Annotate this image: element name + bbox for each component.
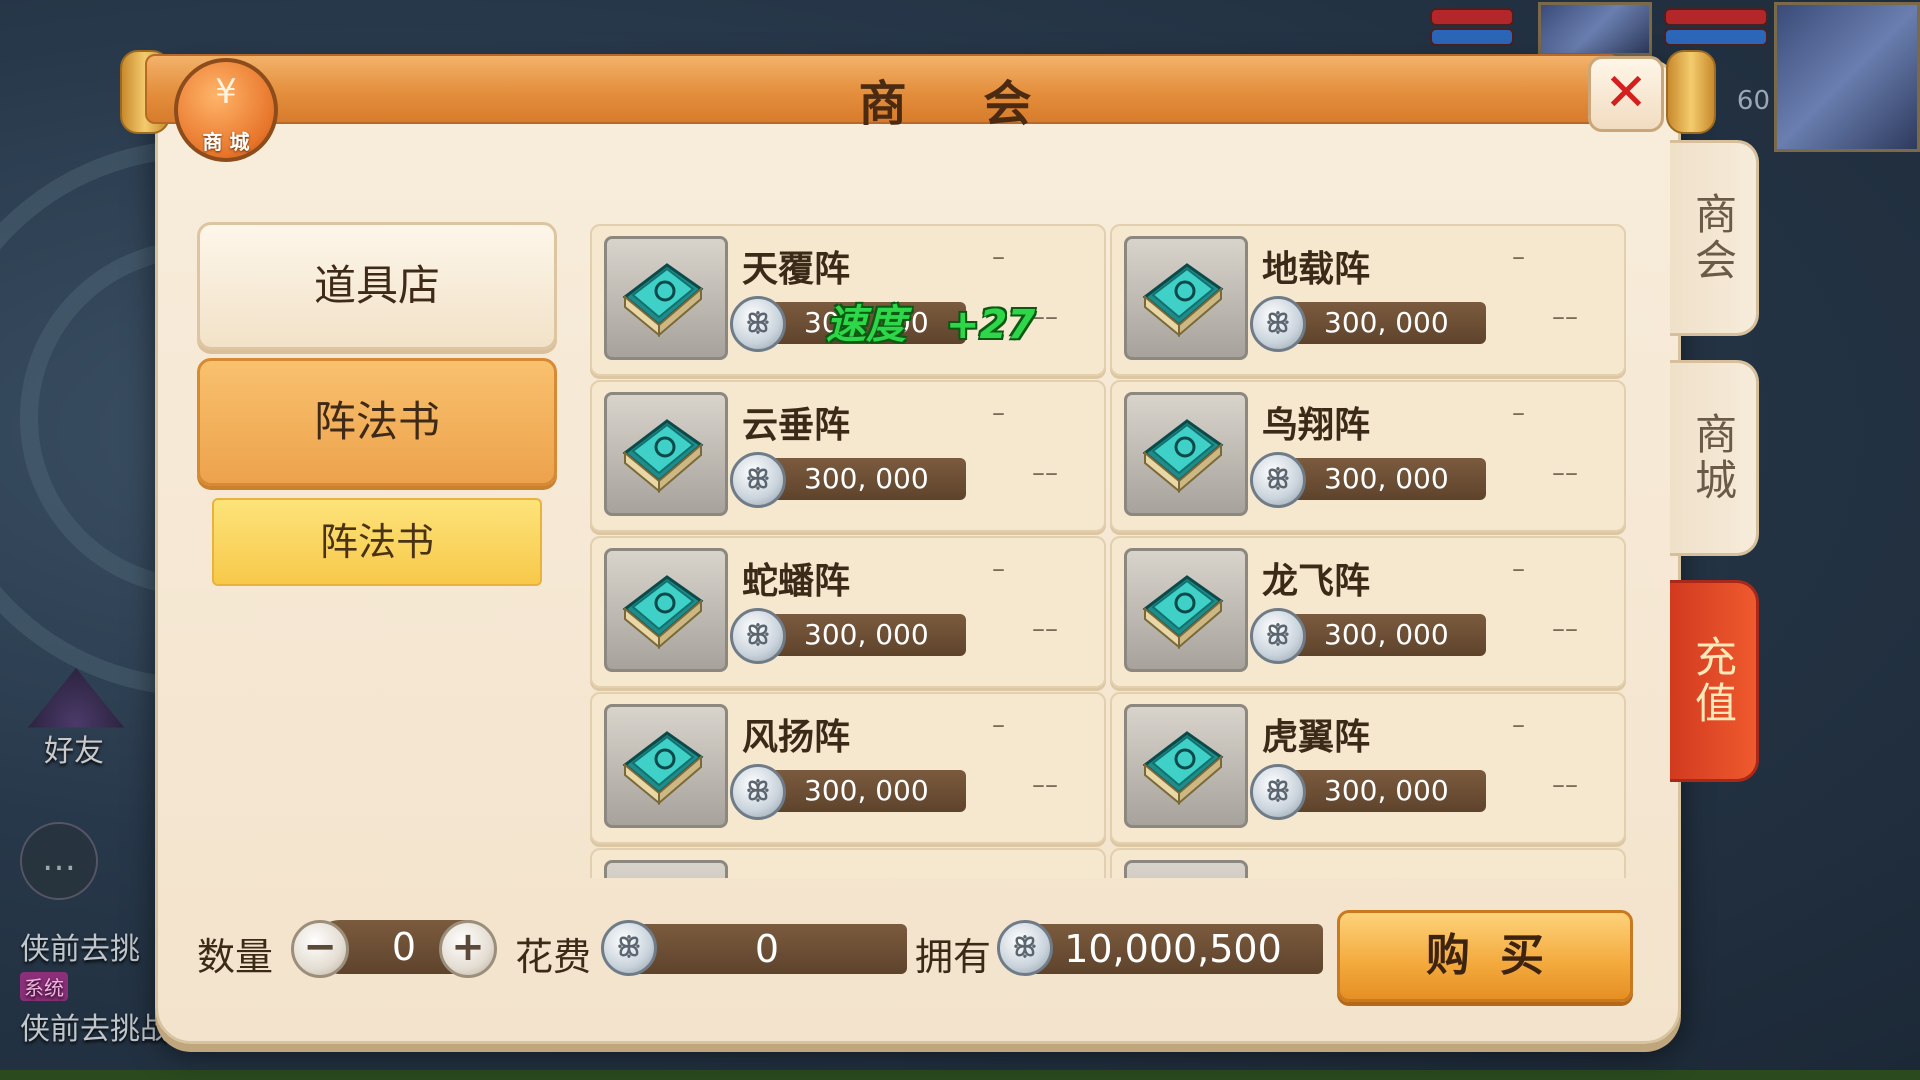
item-stock: –– — [1552, 770, 1578, 800]
item-card[interactable]: 云垂阵 –300, 000 ꕥ –– — [590, 380, 1106, 532]
player-portrait[interactable] — [1774, 2, 1920, 152]
item-limit: – — [992, 242, 1005, 272]
item-limit: – — [1512, 710, 1525, 740]
player-mp-bar — [1664, 28, 1768, 46]
formation-book-icon — [1124, 860, 1248, 878]
item-stock: –– — [1032, 614, 1058, 644]
plus-button[interactable]: + — [439, 920, 497, 978]
close-button[interactable]: ✕ — [1588, 56, 1664, 132]
coin-icon: ꕥ — [730, 608, 786, 664]
tab-recharge[interactable]: 充值 — [1670, 580, 1759, 782]
speed-bonus-popup: 速度 +27 — [826, 292, 1035, 350]
item-stock: –– — [1552, 302, 1578, 332]
formation-book-icon — [1124, 704, 1248, 828]
category-item-shop[interactable]: 道具店 — [197, 222, 557, 350]
formation-book-icon — [604, 860, 728, 878]
coin-icon: ꕥ — [997, 920, 1053, 976]
coin-icon: ꕥ — [730, 764, 786, 820]
cost-value: 0 — [627, 924, 907, 974]
formation-book-icon — [1124, 548, 1248, 672]
formation-book-icon — [1124, 236, 1248, 360]
coin-icon: ꕥ — [1250, 296, 1306, 352]
item-name: 风扬阵 — [742, 717, 851, 758]
experience-bar — [0, 1070, 1920, 1080]
item-limit: – — [1512, 242, 1525, 272]
item-limit: – — [992, 554, 1005, 584]
formation-book-icon — [1124, 392, 1248, 516]
cost-label: 花费 — [515, 935, 592, 979]
item-stock: –– — [1552, 458, 1578, 488]
purchase-bar: 数量 0 − + 花费 0 ꕥ 拥有 10,000,500 ꕥ 购买 — [197, 900, 1633, 1002]
pet-mp-bar — [1430, 28, 1514, 46]
formation-book-icon — [604, 236, 728, 360]
item-card[interactable]: 龙飞阵 –300, 000 ꕥ –– — [1110, 536, 1626, 688]
item-card[interactable]: 风扬阵 –300, 000 ꕥ –– — [590, 692, 1106, 844]
item-name: 虎翼阵 — [1262, 717, 1371, 758]
item-name: 蛇蟠阵 — [742, 561, 851, 602]
quantity-label: 数量 — [197, 935, 274, 979]
coin-icon: ꕥ — [730, 452, 786, 508]
yen-icon: ¥ — [215, 72, 237, 112]
item-stock: –– — [1032, 770, 1058, 800]
item-card-partial[interactable] — [590, 848, 1106, 878]
item-stock: –– — [1032, 458, 1058, 488]
item-limit: – — [1512, 554, 1525, 584]
system-tag: 系统 — [20, 972, 68, 1001]
item-grid: 天覆阵 –300, 000 ꕥ –– 地载阵 –300, 000 ꕥ –– 云垂阵 –300, 0… — [590, 224, 1626, 878]
formation-book-icon — [604, 392, 728, 516]
owned-label: 拥有 — [915, 935, 992, 979]
item-limit: – — [1512, 398, 1525, 428]
formation-book-icon — [604, 704, 728, 828]
chat-icon[interactable]: … — [20, 822, 98, 900]
item-name: 天覆阵 — [742, 249, 851, 290]
buy-button[interactable]: 购买 — [1337, 910, 1633, 1002]
item-limit: – — [992, 398, 1005, 428]
coin-icon: ꕥ — [601, 920, 657, 976]
item-card-partial[interactable] — [1110, 848, 1626, 878]
item-name: 云垂阵 — [742, 405, 851, 446]
subcategory-formation-books[interactable]: 阵法书 — [212, 498, 542, 586]
tab-mall[interactable]: 商城 — [1670, 360, 1759, 556]
page-title: 商 会 — [858, 76, 1062, 132]
item-stock: –– — [1552, 614, 1578, 644]
item-name: 鸟翔阵 — [1262, 405, 1371, 446]
coin-icon: ꕥ — [1250, 764, 1306, 820]
category-formation-books[interactable]: 阵法书 — [197, 358, 557, 486]
player-level: 60 — [1736, 86, 1770, 116]
coin-icon: ꕥ — [1250, 452, 1306, 508]
player-hp-bar — [1664, 8, 1768, 26]
item-name: 龙飞阵 — [1262, 561, 1371, 602]
chat-line: 侠前去挑 — [20, 932, 140, 967]
item-card[interactable]: 蛇蟠阵 –300, 000 ꕥ –– — [590, 536, 1106, 688]
scroll-cap-right — [1666, 50, 1716, 134]
item-card[interactable]: 鸟翔阵 –300, 000 ꕥ –– — [1110, 380, 1626, 532]
coin-icon: ꕥ — [730, 296, 786, 352]
coin-icon: ꕥ — [1250, 608, 1306, 664]
speed-label: 速度 — [826, 302, 906, 348]
item-limit: – — [992, 710, 1005, 740]
item-stock: –– — [1032, 302, 1058, 332]
item-name: 地载阵 — [1262, 249, 1371, 290]
mall-badge-icon: ¥ 商 城 — [174, 58, 278, 162]
chat-line-system: 系统 — [20, 968, 74, 1003]
chat-line: 侠前去挑战 — [20, 1012, 170, 1047]
owned-value: 10,000,500 — [1023, 924, 1323, 974]
mall-badge-label: 商 城 — [202, 130, 250, 154]
formation-book-icon — [604, 548, 728, 672]
pet-portrait[interactable] — [1538, 2, 1652, 56]
speed-value: +27 — [946, 302, 1036, 348]
minus-button[interactable]: − — [291, 920, 349, 978]
tab-chamber-of-commerce[interactable]: 商会 — [1670, 140, 1759, 336]
item-card[interactable]: 虎翼阵 –300, 000 ꕥ –– — [1110, 692, 1626, 844]
friend-label[interactable]: 好友 — [44, 726, 104, 770]
item-card[interactable]: 地载阵 –300, 000 ꕥ –– — [1110, 224, 1626, 376]
pet-hp-bar — [1430, 8, 1514, 26]
